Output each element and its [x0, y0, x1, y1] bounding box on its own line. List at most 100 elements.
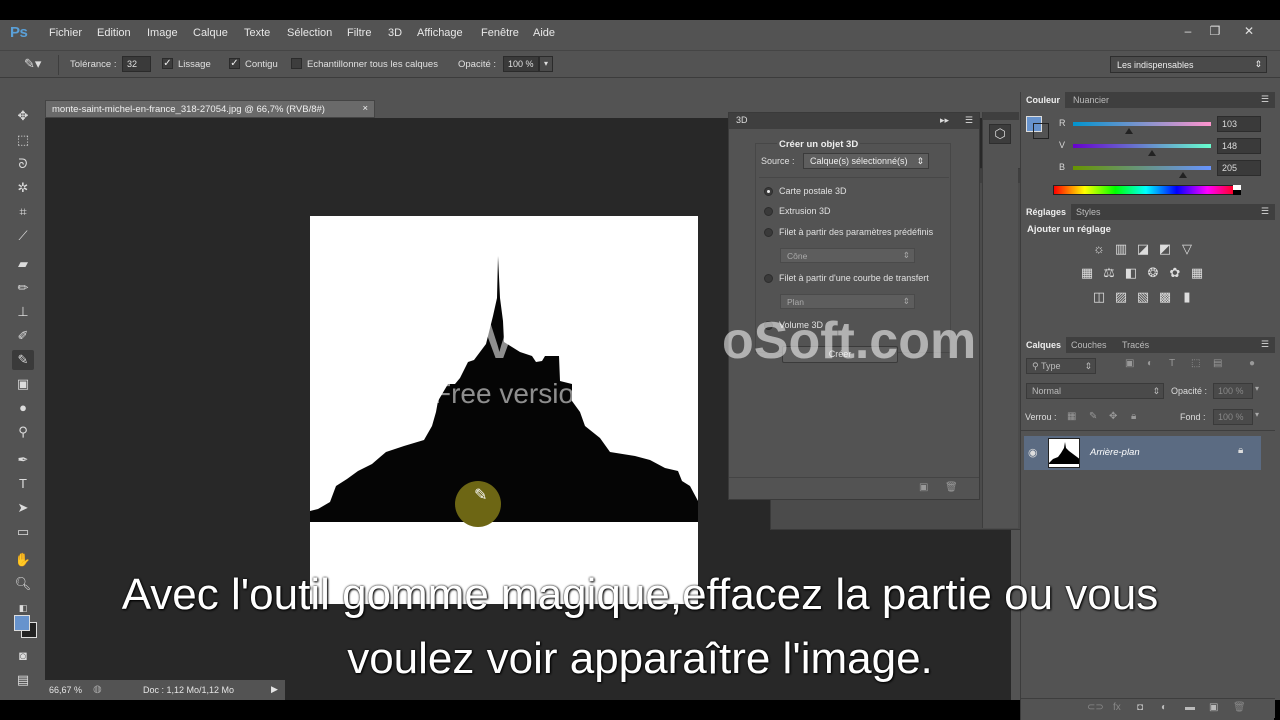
- brightness-icon[interactable]: ☼: [1091, 242, 1107, 256]
- magic-eraser-tool-preset-icon[interactable]: ✎▾: [24, 56, 41, 72]
- healing-brush-tool-icon[interactable]: ▰: [12, 254, 34, 274]
- lasso-tool-icon[interactable]: ᘐ: [12, 154, 34, 174]
- panel-menu-icon[interactable]: ☰: [1261, 339, 1269, 350]
- blur-tool-icon[interactable]: ●: [12, 398, 34, 418]
- option-filet-parametres[interactable]: Filet à partir des paramètres prédéfinis: [779, 227, 933, 237]
- crop-tool-icon[interactable]: ⌗: [12, 202, 34, 222]
- restore-button[interactable]: ❐: [1204, 24, 1226, 38]
- filter-smart-icon[interactable]: ▤: [1213, 358, 1222, 369]
- fill-dropdown-icon[interactable]: ▾: [1255, 410, 1259, 419]
- new-icon[interactable]: ▣: [919, 482, 928, 493]
- magic-eraser-tool-icon[interactable]: ✎: [12, 350, 34, 370]
- tab-calques[interactable]: Calques: [1021, 337, 1067, 353]
- black-white-icon[interactable]: ◧: [1123, 266, 1139, 280]
- photo-filter-icon[interactable]: ❂: [1145, 266, 1161, 280]
- document-tab[interactable]: monte-saint-michel-en-france_318-27054.j…: [45, 100, 375, 118]
- menu-3d[interactable]: 3D: [388, 27, 402, 39]
- menu-aide[interactable]: Aide: [533, 27, 555, 39]
- path-selection-tool-icon[interactable]: ➤: [12, 498, 34, 518]
- panel-bg-color[interactable]: [1033, 123, 1049, 139]
- opacity-input[interactable]: 100 %: [503, 56, 539, 72]
- fx-icon[interactable]: fx: [1113, 702, 1121, 713]
- menu-edition[interactable]: Edition: [97, 27, 131, 39]
- option-carte-postale[interactable]: Carte postale 3D: [779, 186, 847, 196]
- selective-color-icon[interactable]: ▩: [1157, 290, 1173, 304]
- marquee-tool-icon[interactable]: ⬚: [12, 130, 34, 150]
- lock-pixels-icon[interactable]: ✎: [1089, 411, 1097, 422]
- tab-couleur[interactable]: Couleur: [1021, 92, 1066, 108]
- menu-fichier[interactable]: Fichier: [49, 27, 82, 39]
- levels-icon[interactable]: ▥: [1113, 242, 1129, 256]
- layer-filter-select[interactable]: ⚲ Type ⇕: [1026, 358, 1096, 374]
- threshold-icon[interactable]: ▧: [1135, 290, 1151, 304]
- vibrance-icon[interactable]: ▽: [1179, 242, 1195, 256]
- eyedropper-tool-icon[interactable]: ⟋: [12, 226, 34, 246]
- invert-icon[interactable]: ◫: [1091, 290, 1107, 304]
- fill-input[interactable]: 100 %: [1213, 409, 1253, 425]
- minimize-button[interactable]: –: [1177, 24, 1199, 38]
- contigu-checkbox[interactable]: ✓: [229, 58, 240, 69]
- filter-adjustment-icon[interactable]: ◐: [1147, 358, 1153, 369]
- add-mask-icon[interactable]: ◘: [1137, 702, 1143, 713]
- filter-type-icon[interactable]: T: [1169, 358, 1175, 369]
- source-select[interactable]: Calque(s) sélectionné(s) ⇕: [803, 153, 929, 169]
- filter-toggle-icon[interactable]: ●: [1249, 358, 1255, 369]
- tab-reglages[interactable]: Réglages: [1021, 204, 1072, 220]
- move-tool-icon[interactable]: ✥: [12, 106, 34, 126]
- option-extrusion[interactable]: Extrusion 3D: [779, 206, 831, 216]
- layer-row[interactable]: ◉ Arrière-plan 🔒︎: [1024, 436, 1261, 470]
- panel-menu-icon[interactable]: ☰: [965, 115, 973, 126]
- gradient-tool-icon[interactable]: ▣: [12, 374, 34, 394]
- menu-image[interactable]: Image: [147, 27, 178, 39]
- tab-nuancier[interactable]: Nuancier: [1068, 92, 1114, 108]
- lissage-checkbox[interactable]: ✓: [162, 58, 173, 69]
- pen-tool-icon[interactable]: ✒: [12, 450, 34, 470]
- menu-affichage[interactable]: Affichage: [417, 27, 463, 39]
- white-black-swatch[interactable]: [1233, 185, 1241, 195]
- tab-styles[interactable]: Styles: [1071, 204, 1106, 220]
- lock-transparent-icon[interactable]: ▦: [1067, 411, 1076, 422]
- new-group-icon[interactable]: ▬: [1185, 702, 1195, 713]
- type-tool-icon[interactable]: T: [12, 474, 34, 494]
- tab-traces[interactable]: Tracés: [1117, 337, 1154, 353]
- layer-name[interactable]: Arrière-plan: [1090, 447, 1140, 458]
- v-slider-thumb[interactable]: [1148, 150, 1156, 156]
- r-value[interactable]: 103: [1217, 116, 1261, 132]
- filter-shape-icon[interactable]: ⬚: [1191, 358, 1200, 369]
- blend-mode-select[interactable]: Normal ⇕: [1026, 383, 1164, 399]
- magic-wand-tool-icon[interactable]: ✲: [12, 178, 34, 198]
- opacity-dropdown-icon[interactable]: ▾: [1255, 384, 1259, 393]
- channel-mixer-icon[interactable]: ✿: [1167, 266, 1183, 280]
- dodge-tool-icon[interactable]: ⚲: [12, 422, 34, 442]
- lock-all-icon[interactable]: 🔒︎: [1131, 411, 1136, 422]
- lock-position-icon[interactable]: ✥: [1109, 411, 1117, 422]
- close-button[interactable]: ✕: [1238, 24, 1260, 38]
- color-spectrum-bar[interactable]: [1053, 185, 1239, 195]
- panel-menu-icon[interactable]: ☰: [1261, 94, 1269, 105]
- new-layer-icon[interactable]: ▣: [1209, 702, 1218, 713]
- history-brush-tool-icon[interactable]: ✐: [12, 326, 34, 346]
- hand-tool-icon[interactable]: ✋: [12, 550, 34, 570]
- clone-stamp-tool-icon[interactable]: ⊥: [12, 302, 34, 322]
- rectangle-tool-icon[interactable]: ▭: [12, 522, 34, 542]
- color-lookup-icon[interactable]: ▦: [1189, 266, 1205, 280]
- tolerance-input[interactable]: 32: [122, 56, 151, 72]
- exposure-icon[interactable]: ◩: [1157, 242, 1173, 256]
- opacity-dropdown-icon[interactable]: ▾: [539, 56, 553, 72]
- status-menu-arrow-icon[interactable]: ▶: [271, 684, 278, 695]
- v-slider[interactable]: [1073, 144, 1211, 148]
- workspace-select[interactable]: Les indispensables ⇕: [1110, 56, 1267, 73]
- 3d-cube-icon[interactable]: ⬡: [989, 124, 1011, 144]
- link-layers-icon[interactable]: ⊂⊃: [1087, 702, 1104, 713]
- panel-menu-icon[interactable]: ☰: [1261, 206, 1269, 217]
- tab-couches[interactable]: Couches: [1066, 337, 1112, 353]
- radio-filet-courbe[interactable]: [764, 274, 773, 283]
- expand-icon[interactable]: ▸▸: [940, 115, 949, 126]
- layer-opacity-input[interactable]: 100 %: [1213, 383, 1253, 399]
- adjustment-layer-icon[interactable]: ◐: [1161, 702, 1167, 713]
- r-slider-thumb[interactable]: [1125, 128, 1133, 134]
- r-slider[interactable]: [1073, 122, 1211, 126]
- brush-tool-icon[interactable]: ✏: [12, 278, 34, 298]
- trash-icon[interactable]: 🗑︎: [1233, 702, 1246, 713]
- close-tab-icon[interactable]: ×: [362, 103, 368, 114]
